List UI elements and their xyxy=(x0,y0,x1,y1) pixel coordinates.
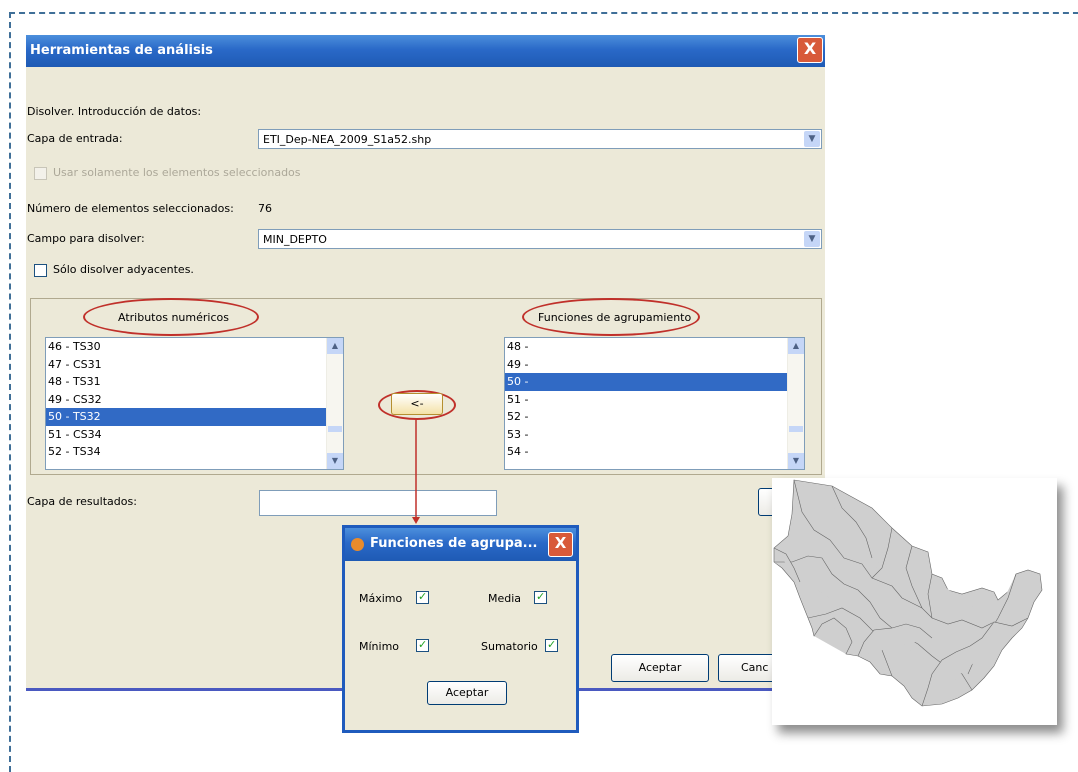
sum-checkbox[interactable] xyxy=(545,638,558,652)
list-item[interactable]: 53 - xyxy=(505,426,804,444)
accept-button[interactable]: Aceptar xyxy=(611,654,709,682)
result-layer-label: Capa de resultados: xyxy=(27,495,137,508)
dissolve-field-value: MIN_DEPTO xyxy=(263,233,327,246)
use-selected-label: Usar solamente los elementos seleccionad… xyxy=(53,166,301,179)
min-checkbox[interactable] xyxy=(416,638,429,652)
popup-accept-button[interactable]: Aceptar xyxy=(427,681,507,705)
list-item[interactable]: 50 - xyxy=(505,373,804,391)
selected-count-label: Número de elementos seleccionados: xyxy=(27,202,234,215)
list-item[interactable]: 54 - xyxy=(505,443,804,461)
mean-label: Media xyxy=(488,592,522,605)
numeric-attrs-list[interactable]: 46 - TS30 47 - CS31 48 - TS31 49 - CS32 50 -… xyxy=(45,337,344,470)
sum-label: Sumatorio xyxy=(481,640,538,653)
scroll-down-icon[interactable]: ▼ xyxy=(327,453,343,469)
region-map-image xyxy=(772,478,1057,725)
annotation-ellipse xyxy=(522,298,700,336)
dissolve-field-select[interactable]: MIN_DEPTO ▼ xyxy=(258,229,822,249)
list-item[interactable]: 51 - CS34 xyxy=(46,426,343,444)
scrollbar[interactable]: ▲ ▼ xyxy=(326,338,343,469)
max-checkbox[interactable] xyxy=(416,590,429,604)
chevron-down-icon[interactable]: ▼ xyxy=(804,131,820,147)
only-adjacent-checkbox[interactable] xyxy=(34,264,47,277)
only-adjacent-label: Sólo disolver adyacentes. xyxy=(53,263,194,276)
scroll-down-icon[interactable]: ▼ xyxy=(788,453,804,469)
use-selected-checkbox[interactable] xyxy=(34,167,47,180)
chevron-down-icon[interactable]: ▼ xyxy=(804,231,820,247)
list-item[interactable]: 48 - TS31 xyxy=(46,373,343,391)
map-image xyxy=(773,479,1043,707)
dialog-titlebar: Herramientas de análisis X xyxy=(26,35,825,67)
scroll-up-icon[interactable]: ▲ xyxy=(788,338,804,354)
min-label: Mínimo xyxy=(359,640,400,653)
popup-titlebar: Funciones de agrupa... X xyxy=(345,528,576,561)
result-layer-input[interactable] xyxy=(259,490,497,516)
popup-title: Funciones de agrupa... xyxy=(370,536,538,551)
max-label: Máximo xyxy=(359,592,403,605)
scroll-thumb[interactable] xyxy=(328,426,342,432)
input-layer-value: ETI_Dep-NEA_2009_S1a52.shp xyxy=(263,133,432,146)
section-label: Disolver. Introducción de datos: xyxy=(27,105,202,118)
mean-checkbox[interactable] xyxy=(534,590,547,604)
list-item[interactable]: 50 - TS32 xyxy=(46,408,343,426)
add-function-button[interactable]: <- xyxy=(391,393,443,415)
list-item[interactable]: 46 - TS30 xyxy=(46,338,343,356)
selected-count-value: 76 xyxy=(258,202,272,215)
aggregate-functions-popup: Funciones de agrupa... X Máximo Media Mí… xyxy=(342,525,579,733)
scroll-up-icon[interactable]: ▲ xyxy=(327,338,343,354)
close-button[interactable]: X xyxy=(548,532,573,557)
list-item[interactable]: 49 - xyxy=(505,356,804,374)
app-icon xyxy=(351,538,364,551)
close-button[interactable]: X xyxy=(797,37,823,63)
list-item[interactable]: 52 - TS34 xyxy=(46,443,343,461)
group-functions-list[interactable]: 48 -49 -50 -51 -52 -53 -54 - ▲ ▼ xyxy=(504,337,805,470)
annotation-ellipse xyxy=(83,298,259,336)
list-item[interactable]: 47 - CS31 xyxy=(46,356,343,374)
list-item[interactable]: 51 - xyxy=(505,391,804,409)
input-layer-label: Capa de entrada: xyxy=(27,132,123,145)
dissolve-field-label: Campo para disolver: xyxy=(27,232,145,245)
list-item[interactable]: 52 - xyxy=(505,408,804,426)
input-layer-select[interactable]: ETI_Dep-NEA_2009_S1a52.shp ▼ xyxy=(258,129,822,149)
dialog-title: Herramientas de análisis xyxy=(30,43,213,58)
scrollbar[interactable]: ▲ ▼ xyxy=(787,338,804,469)
list-item[interactable]: 48 - xyxy=(505,338,804,356)
scroll-thumb[interactable] xyxy=(789,426,803,432)
list-item[interactable]: 49 - CS32 xyxy=(46,391,343,409)
